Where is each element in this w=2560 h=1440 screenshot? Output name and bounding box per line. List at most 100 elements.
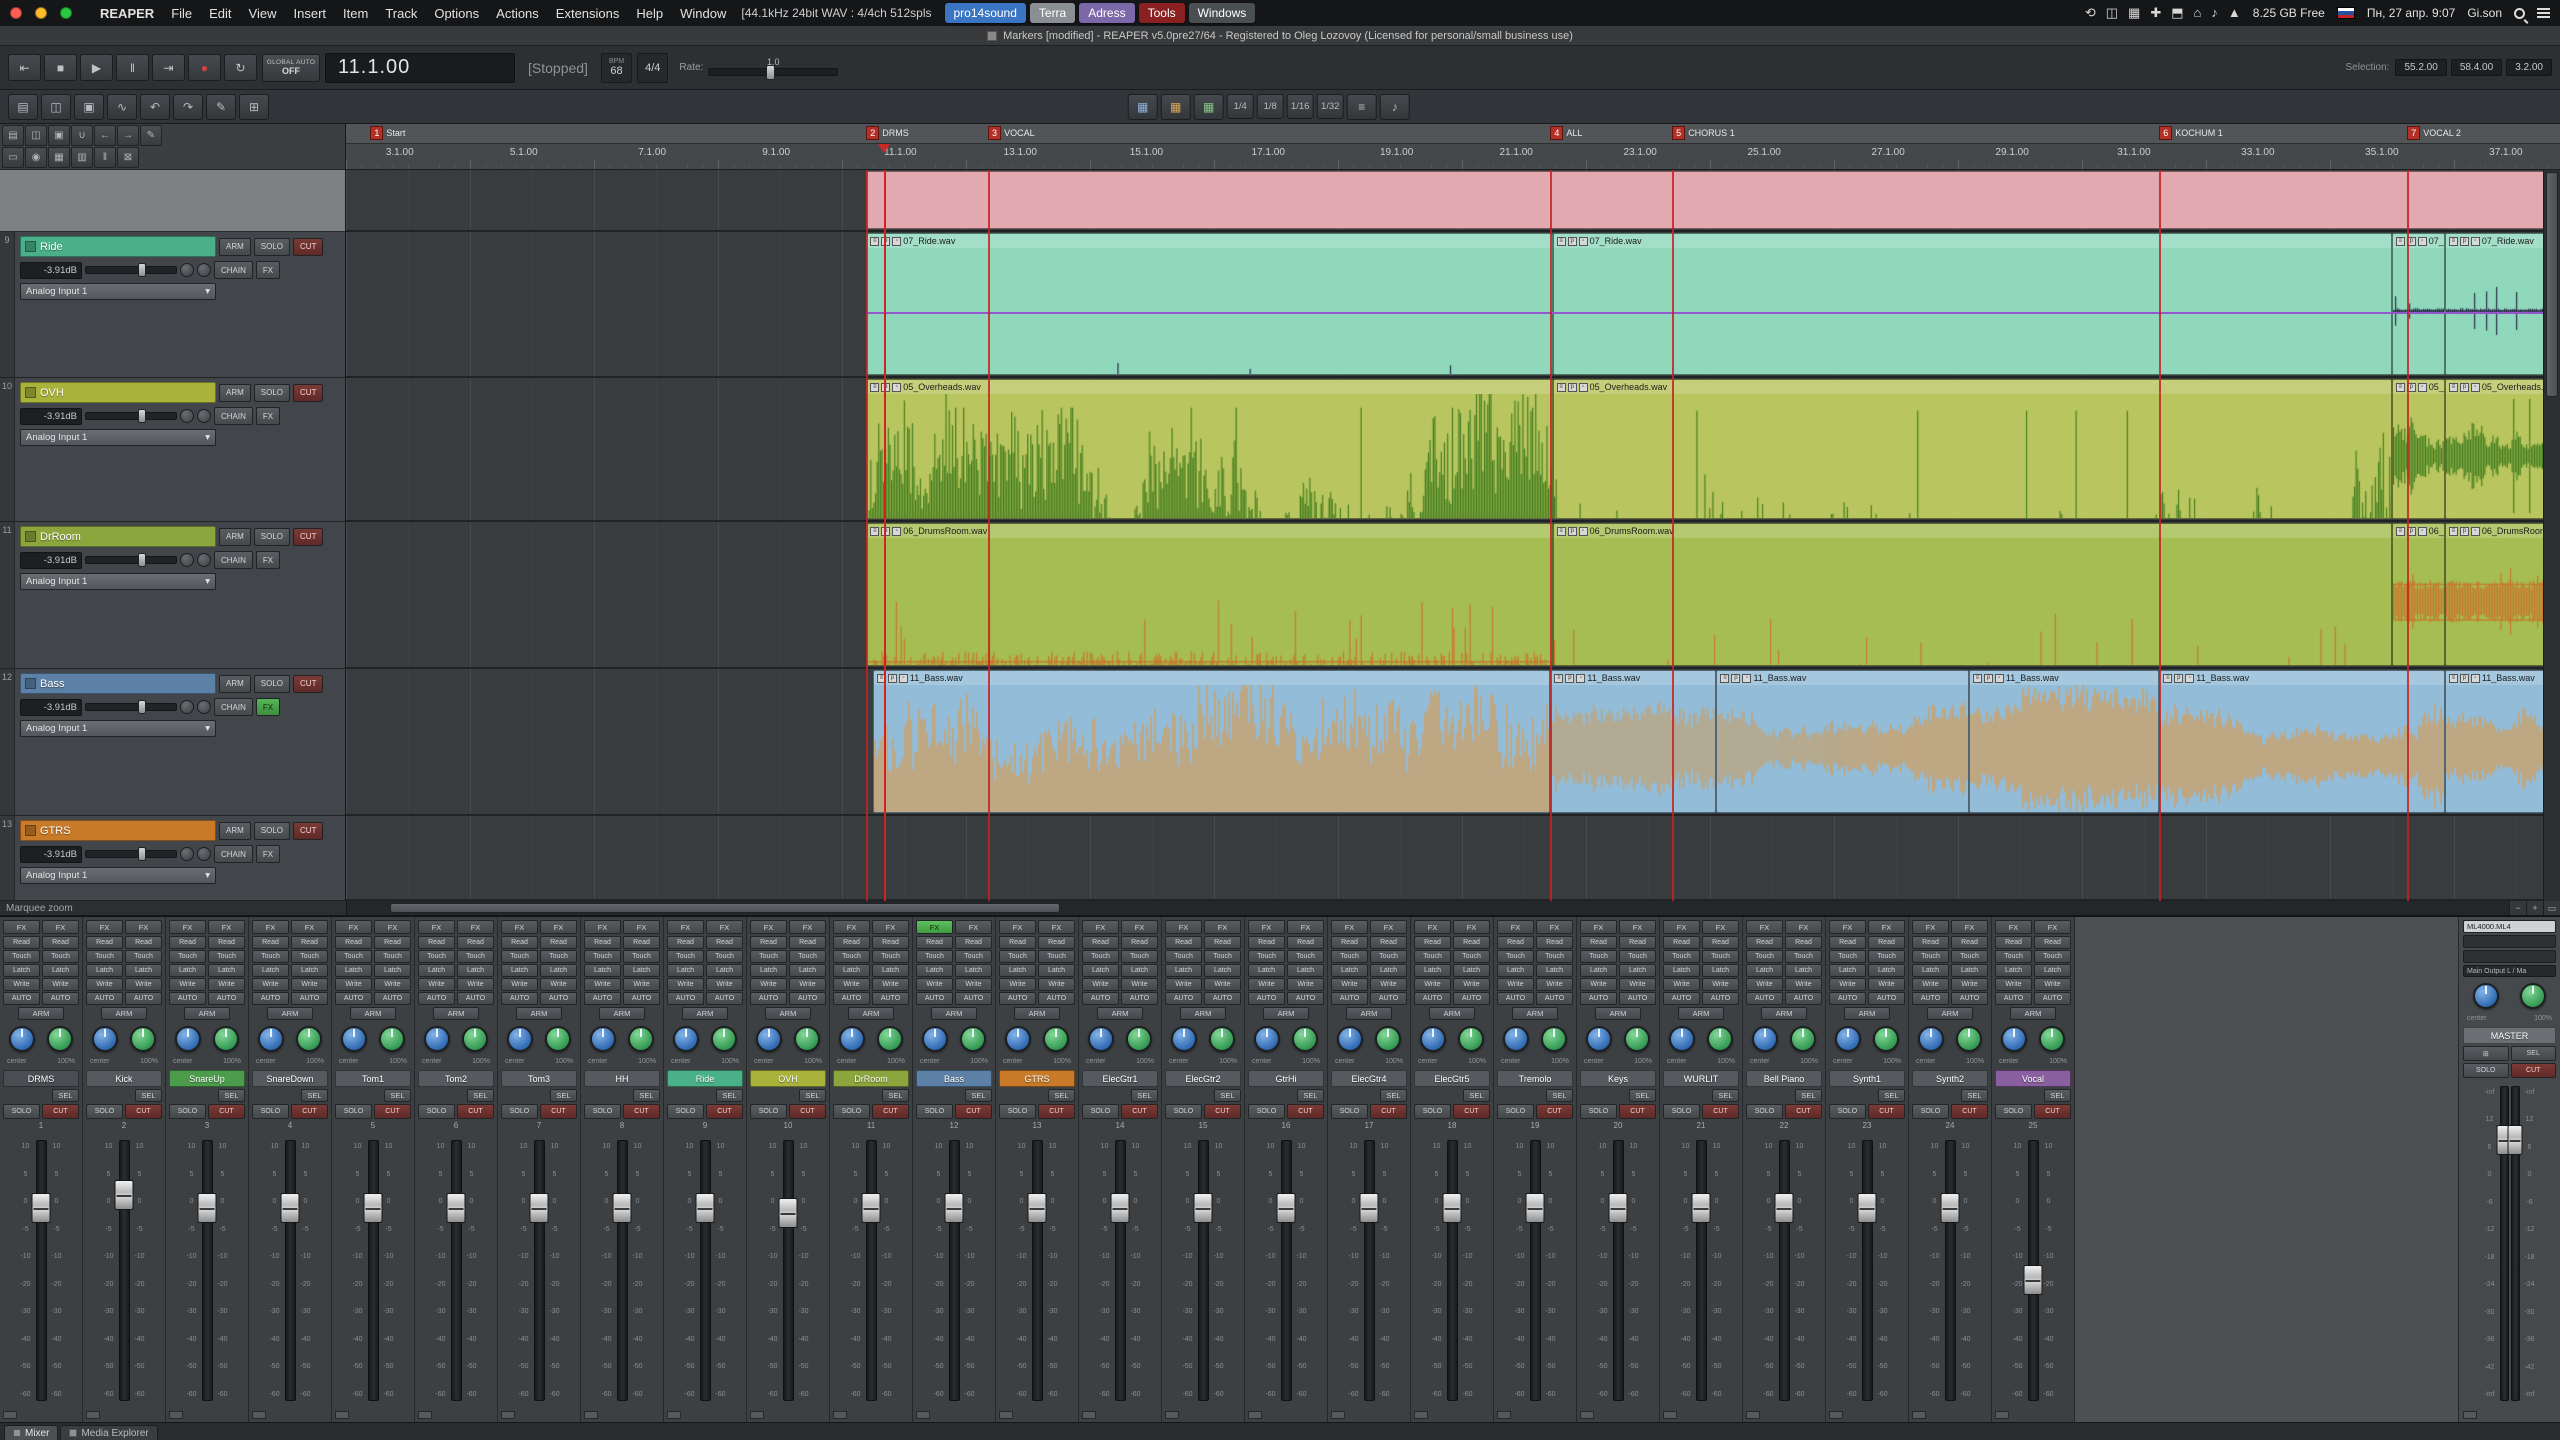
master-width-knob[interactable]	[2520, 983, 2546, 1009]
io-button[interactable]	[1995, 1411, 2009, 1419]
automation-envelope-line[interactable]	[866, 312, 2560, 314]
solo-button[interactable]: SOLO	[750, 1104, 787, 1119]
solo-button[interactable]: SOLO	[1663, 1104, 1700, 1119]
item-header[interactable]: ≡p▫11_Bass.wav	[1970, 671, 2158, 685]
volume-fader[interactable]	[36, 1140, 47, 1401]
auto-latch-button[interactable]: Latch	[1165, 964, 1202, 977]
fader-cap[interactable]	[696, 1193, 715, 1223]
volume-fader[interactable]	[1945, 1140, 1956, 1401]
mixer-track-name[interactable]: GtrHi	[1248, 1070, 1324, 1087]
menu-insert[interactable]: Insert	[292, 6, 329, 21]
solo-button[interactable]: SOLO	[1331, 1104, 1368, 1119]
volume-fader[interactable]	[202, 1140, 213, 1401]
fx-button[interactable]: FX	[86, 920, 123, 934]
record-button[interactable]: ●	[188, 54, 221, 81]
auto-write-button[interactable]: Write	[1785, 978, 1822, 991]
item-icon-2[interactable]: p	[2174, 674, 2183, 683]
auto-read-button[interactable]: Read	[1370, 936, 1407, 949]
arm-button[interactable]: ARM	[350, 1007, 396, 1020]
fx-button[interactable]: FX	[1829, 920, 1866, 934]
lane-ride[interactable]: ≡p▫07_Ride.wav≡p▫07_Ride.wav≡p▫07_Ride.w…	[346, 232, 2560, 378]
zoom-out-button[interactable]: −	[2509, 901, 2526, 915]
item-icon-1[interactable]: ≡	[1973, 674, 1982, 683]
auto-touch-button[interactable]: Touch	[955, 950, 992, 963]
arm-button[interactable]: ARM	[1097, 1007, 1143, 1020]
solo-button[interactable]: SOLO	[1248, 1104, 1285, 1119]
volume-fader[interactable]	[783, 1140, 794, 1401]
width-knob[interactable]	[213, 1026, 239, 1052]
width-knob[interactable]	[1956, 1026, 1982, 1052]
width-knob[interactable]	[130, 1026, 156, 1052]
volume-fader[interactable]	[949, 1140, 960, 1401]
auto-read-button[interactable]: Read	[501, 936, 538, 949]
auto-read-button[interactable]: Read	[1829, 936, 1866, 949]
item-icon-1[interactable]: ≡	[1557, 383, 1566, 392]
arm-button[interactable]: ARM	[267, 1007, 313, 1020]
volume-fader[interactable]	[1613, 1140, 1624, 1401]
select-button[interactable]: SEL	[1712, 1089, 1739, 1102]
input-selector[interactable]: Analog Input 1▾	[20, 720, 216, 737]
auto-touch-button[interactable]: Touch	[1038, 950, 1075, 963]
auto-read-button[interactable]: Read	[955, 936, 992, 949]
auto-auto-button[interactable]: AUTO	[374, 992, 411, 1005]
auto-touch-button[interactable]: Touch	[1746, 950, 1783, 963]
mixer-track-name[interactable]: OVH	[750, 1070, 826, 1087]
fader-cap[interactable]	[779, 1198, 798, 1228]
grid-division-1-16-button[interactable]: 1/16	[1287, 94, 1314, 119]
mixer-track-name[interactable]: ElecGtr4	[1331, 1070, 1407, 1087]
item-icon-2[interactable]: p	[1984, 674, 1993, 683]
transport-position-display[interactable]: 11.1.00	[325, 53, 515, 83]
io-button[interactable]	[1082, 1411, 1096, 1419]
auto-latch-button[interactable]: Latch	[1829, 964, 1866, 977]
fx-bypass-button[interactable]: FX	[1204, 920, 1241, 934]
item-icon-3[interactable]: ▫	[1742, 674, 1751, 683]
auto-write-button[interactable]: Write	[1951, 978, 1988, 991]
mixer-track-name[interactable]: Bell Piano	[1746, 1070, 1822, 1087]
solo-button[interactable]: SOLO	[916, 1104, 953, 1119]
io-button[interactable]	[1580, 1411, 1594, 1419]
solo-button[interactable]: SOLO	[1580, 1104, 1617, 1119]
item-icon-2[interactable]: p	[1731, 674, 1740, 683]
grid-mode-button-2[interactable]: ▦	[1161, 94, 1191, 120]
item-header[interactable]: ≡p▫11_Bass.wav	[1551, 671, 1715, 685]
fx-button[interactable]: FX	[1414, 920, 1451, 934]
auto-touch-button[interactable]: Touch	[1497, 950, 1534, 963]
arm-button[interactable]: ARM	[219, 238, 251, 256]
io-button[interactable]	[169, 1411, 183, 1419]
fader-cap[interactable]	[1443, 1193, 1462, 1223]
fx-button[interactable]: FX	[1082, 920, 1119, 934]
auto-auto-button[interactable]: AUTO	[916, 992, 953, 1005]
auto-write-button[interactable]: Write	[1580, 978, 1617, 991]
item-icon-2[interactable]: p	[888, 674, 897, 683]
arm-button[interactable]: ARM	[516, 1007, 562, 1020]
menu-window[interactable]: Window	[678, 6, 728, 21]
arm-button[interactable]: ARM	[18, 1007, 64, 1020]
arm-button[interactable]: ARM	[1927, 1007, 1973, 1020]
volume-fader[interactable]	[1281, 1140, 1292, 1401]
auto-read-button[interactable]: Read	[1121, 936, 1158, 949]
auto-touch-button[interactable]: Touch	[1165, 950, 1202, 963]
stop-button[interactable]: ■	[44, 54, 77, 81]
auto-latch-button[interactable]: Latch	[42, 964, 79, 977]
auto-touch-button[interactable]: Touch	[1663, 950, 1700, 963]
mute-button[interactable]: CUT	[1951, 1104, 1988, 1119]
item-icon-2[interactable]: p	[1565, 674, 1574, 683]
volume-slider[interactable]	[85, 412, 177, 420]
fader-cap[interactable]	[1692, 1193, 1711, 1223]
menubar-status-icon-8[interactable]: ▲	[2228, 5, 2241, 21]
tcp-track-ride[interactable]: 9 Ride ARM SOLO CUT -3.91dB CHAIN FX Ana…	[0, 232, 345, 378]
auto-touch-button[interactable]: Touch	[916, 950, 953, 963]
auto-auto-button[interactable]: AUTO	[999, 992, 1036, 1005]
media-item-ovh[interactable]: ≡p▫05_Overheads.wav	[866, 379, 1552, 519]
fader-cap[interactable]	[1775, 1193, 1794, 1223]
auto-read-button[interactable]: Read	[1248, 936, 1285, 949]
auto-auto-button[interactable]: AUTO	[1829, 992, 1866, 1005]
io-button[interactable]	[1829, 1411, 1843, 1419]
toolbar-button-2[interactable]: ◫	[41, 94, 71, 120]
solo-button[interactable]: SOLO	[833, 1104, 870, 1119]
toolbar-button-5[interactable]: ↶	[140, 94, 170, 120]
auto-read-button[interactable]: Read	[3, 936, 40, 949]
menubar-status-icon-4[interactable]: ✚	[2150, 5, 2161, 21]
pan-knob[interactable]	[258, 1026, 284, 1052]
item-header[interactable]: ≡p▫06_DrumsRoom.wav	[1554, 524, 2391, 538]
